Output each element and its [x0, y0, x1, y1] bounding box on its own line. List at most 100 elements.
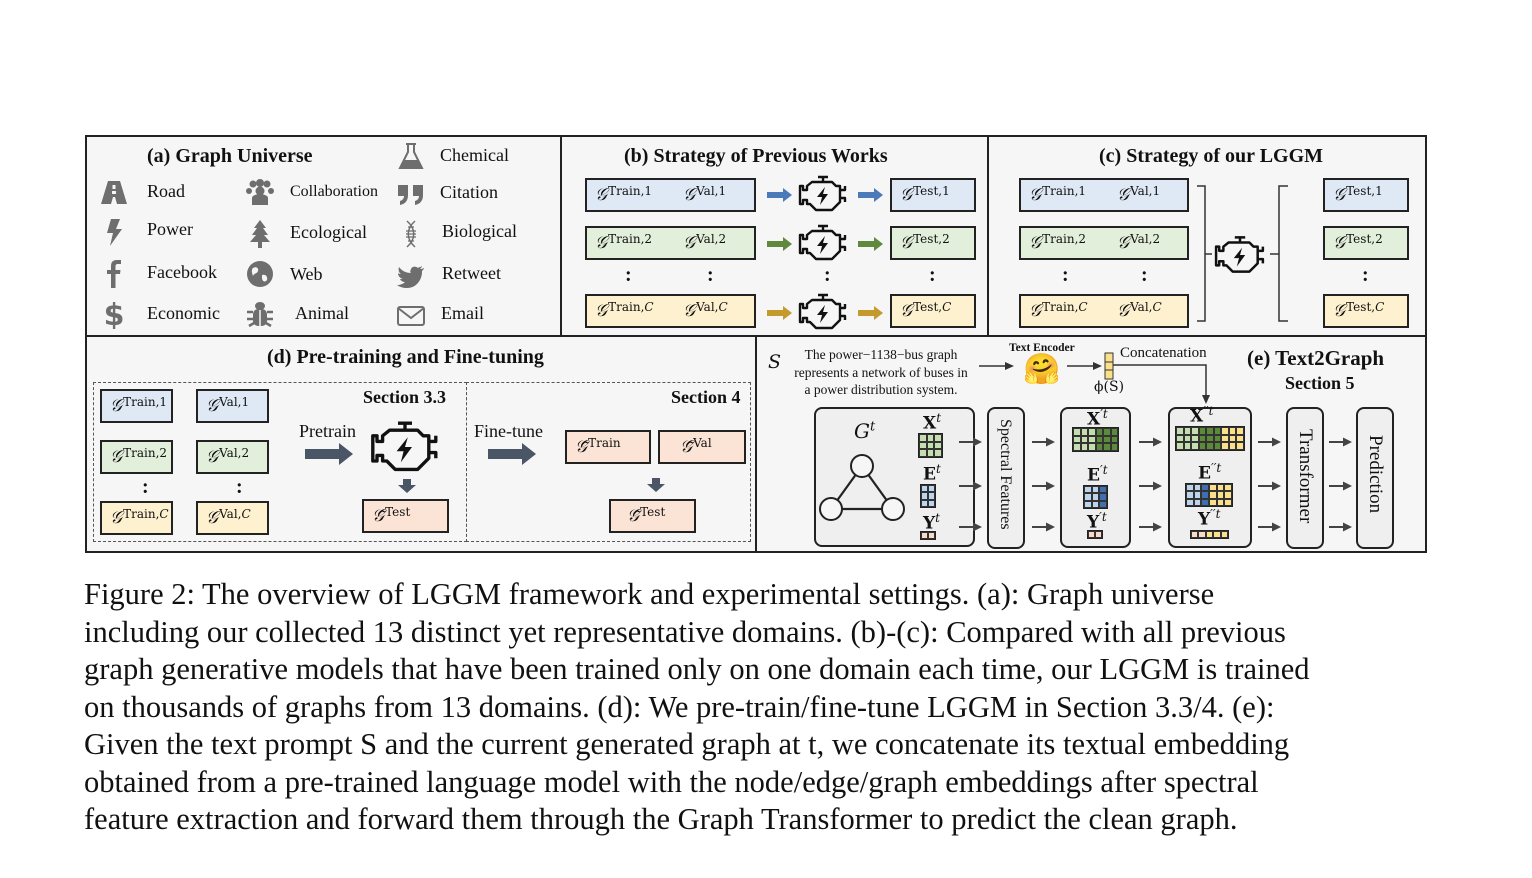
e-label: Et: [923, 462, 941, 485]
arrow-right-icon: [1067, 362, 1102, 370]
matrix-cell: [1193, 491, 1202, 499]
matrix-cell: [934, 441, 942, 450]
matrix-cell: [921, 532, 928, 539]
panel-d-title: (d) Pre-training and Fine-tuning: [267, 346, 544, 368]
users-group-icon: [245, 177, 275, 207]
caption-line: obtained from a pre-trained language mod…: [84, 764, 1259, 799]
matrix-cell: [1221, 427, 1229, 435]
arrow-right-icon: [767, 237, 792, 251]
matrix-cell: [926, 449, 935, 457]
facebook-icon: [99, 259, 129, 289]
matrix-cell: [1206, 427, 1214, 435]
finetune-test-box: 𝒢̃ Test: [609, 499, 696, 533]
matrix-cell: [919, 434, 927, 442]
matrix-cell: [1213, 531, 1221, 538]
val-box-c: 𝒢 Val,C: [196, 501, 269, 535]
matrix-cell: [921, 492, 928, 500]
down-arrow-icon: [398, 479, 416, 493]
edge-feature-matrix-spectral: [1083, 485, 1108, 509]
matrix-cell: [1224, 498, 1232, 506]
matrix-cell: [1095, 531, 1102, 538]
test-box-1: 𝒢 Test,1: [1323, 178, 1409, 212]
matrix-cell: [1099, 486, 1107, 494]
dna-icon: [396, 219, 426, 249]
matrix-cell: [1080, 435, 1088, 444]
matrix-cell: [1091, 500, 1100, 508]
matrix-cell: [1088, 443, 1096, 451]
panel-a-title: (a) Graph Universe: [147, 145, 313, 167]
prompt-symbol: S: [768, 351, 782, 373]
section-3-3-label: Section 3.3: [363, 387, 446, 407]
globe-icon: [245, 259, 275, 289]
matrix-cell: [934, 434, 942, 442]
matrix-cell: [934, 449, 942, 457]
graph-feature-vector-concat: [1190, 530, 1229, 539]
matrix-cell: [1198, 427, 1207, 435]
arrow-right-icon: [959, 522, 982, 532]
matrix-cell: [1110, 428, 1118, 436]
matrix-cell: [1103, 443, 1111, 451]
dollar-icon: $: [99, 299, 129, 329]
matrix-cell: [1213, 442, 1222, 450]
matrix-cell: [1091, 493, 1100, 501]
spectral-features-label: Spectral Features: [997, 419, 1014, 530]
arrow-right-icon: [767, 188, 792, 202]
domain-label-road: Road: [147, 181, 185, 201]
caption-line: feature extraction and forward them thro…: [84, 802, 1238, 836]
ellipsis: :: [1141, 264, 1148, 286]
arrow-right-icon: [1032, 437, 1055, 447]
node-feature-matrix: [918, 433, 943, 458]
arrow-right-icon: [1139, 481, 1162, 491]
matrix-cell: [1084, 493, 1092, 501]
domain-label-facebook: Facebook: [147, 262, 217, 282]
finetune-arrow-icon: [488, 443, 536, 465]
train-box-2: 𝒢 Train,2: [585, 226, 671, 260]
matrix-cell: [1103, 428, 1111, 436]
matrix-cell: [1183, 442, 1192, 450]
matrix-cell: [1228, 434, 1237, 443]
matrix-cell: [1099, 493, 1107, 501]
train-box-c: 𝒢 Train,C: [1019, 294, 1105, 328]
twitter-bird-icon: [396, 261, 426, 291]
panel-c-title: (c) Strategy of our LGGM: [1099, 145, 1324, 167]
panel-lggm-strategy: (c) Strategy of our LGGM 𝒢 Train,1 𝒢 Val,1…: [989, 137, 1425, 337]
matrix-cell: [1191, 427, 1199, 435]
matrix-cell: [1208, 484, 1217, 492]
prompt-line: a power distribution system.: [804, 382, 958, 397]
finetune-train-box: 𝒢̃ Train: [565, 430, 651, 464]
road-icon: [99, 177, 129, 207]
test-box-2: 𝒢 Test,2: [890, 226, 976, 260]
svg-text:$: $: [104, 299, 125, 329]
arrow-right-icon: [858, 237, 883, 251]
matrix-cell: [1103, 435, 1111, 444]
arrow-right-icon: [858, 306, 883, 320]
panel-b-title: (b) Strategy of Previous Works: [624, 145, 888, 167]
arrow-right-icon: [959, 437, 982, 447]
tree-icon: [245, 219, 275, 249]
matrix-cell: [1236, 427, 1244, 435]
matrix-cell: [1183, 434, 1192, 443]
domain-label-power: Power: [147, 219, 193, 239]
section-5-label: Section 5: [1285, 373, 1355, 393]
envelope-icon: [396, 301, 426, 331]
train-box-1: 𝒢 Train,1: [1019, 178, 1105, 212]
finetune-val-box: 𝒢̃ Val: [658, 430, 746, 464]
panel-e-title: (e) Text2Graph: [1247, 346, 1385, 370]
engine-model-icon: [798, 293, 847, 330]
train-box-c: 𝒢 Train,C: [100, 501, 173, 535]
matrix-cell: [1206, 434, 1214, 443]
ellipsis: :: [142, 476, 149, 498]
train-box-2: 𝒢 Train,2: [100, 440, 173, 474]
domain-label-biological: Biological: [442, 221, 517, 241]
matrix-cell: [1236, 434, 1244, 443]
matrix-cell: [1220, 531, 1228, 538]
matrix-cell: [1080, 428, 1088, 436]
triangle-graph-icon: [819, 454, 905, 521]
test-box-c: 𝒢 Test,C: [890, 294, 976, 328]
prompt-line: The power−1138−bus graph: [804, 347, 958, 362]
matrix-cell: [1216, 498, 1225, 506]
matrix-cell: [1099, 500, 1107, 508]
ellipsis: :: [707, 264, 714, 286]
train-box-1: 𝒢 Train,1: [100, 389, 173, 423]
matrix-cell: [1095, 428, 1103, 436]
